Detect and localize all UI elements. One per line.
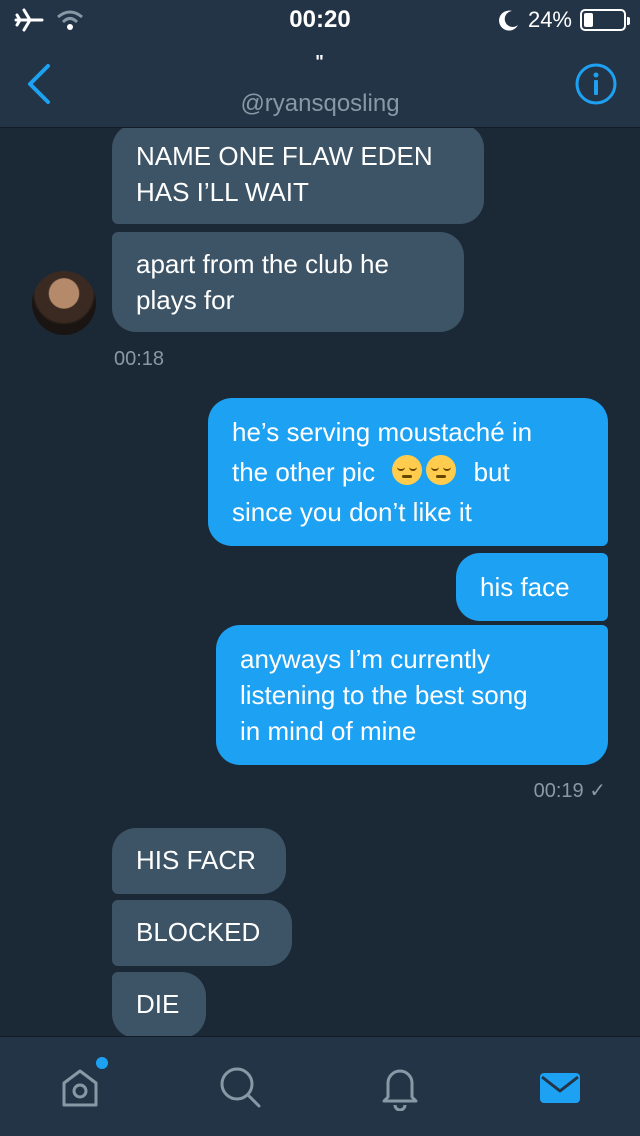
message-line: his face [480, 572, 570, 602]
contact-name: " [315, 52, 325, 72]
message-line: plays for [136, 285, 235, 315]
message-bubble-sent[interactable]: he’s serving moustaché in the other pic … [208, 398, 608, 546]
message-bubble-received[interactable]: HIS FACR [112, 828, 286, 894]
message-line: HAS I’LL WAIT [136, 177, 309, 207]
search-icon [220, 1067, 261, 1108]
message-line: BLOCKED [136, 917, 261, 947]
message-bubble-received[interactable]: BLOCKED [112, 900, 292, 966]
message-line: DIE [136, 989, 180, 1019]
tab-home[interactable] [56, 1057, 108, 1111]
bell-icon [382, 1069, 418, 1112]
status-bar: 00:20 24% [0, 0, 640, 40]
message-line: apart from the club he [136, 249, 389, 279]
message-timestamp: 00:18 [114, 348, 165, 370]
notification-dot [96, 1057, 108, 1069]
contact-handle[interactable]: @ryansqosling [0, 90, 640, 118]
info-icon[interactable] [574, 62, 618, 106]
bottom-tab-bar [0, 1036, 640, 1136]
message-text: the other pic [232, 457, 376, 487]
message-line: since you don’t like it [232, 497, 472, 527]
conversation-header: " @ryansqosling [0, 40, 640, 128]
mail-icon [540, 1073, 580, 1103]
message-text: but [473, 457, 510, 487]
avatar[interactable] [32, 271, 96, 335]
message-bubble-received[interactable]: NAME ONE FLAW EDEN HAS I’LL WAIT [112, 128, 484, 224]
message-timestamp: 00:19 ✓ [533, 780, 606, 802]
battery-percent: 24% [527, 7, 572, 32]
status-right: 24% [498, 7, 630, 33]
message-line: he’s serving moustaché in [232, 417, 533, 447]
message-line: HIS FACR [136, 845, 256, 875]
message-line: listening to the best song [240, 680, 528, 710]
tab-notifications[interactable] [376, 1063, 424, 1112]
message-line: NAME ONE FLAW EDEN [136, 141, 433, 171]
battery-icon [580, 9, 630, 31]
message-bubble-received[interactable]: apart from the club he plays for [112, 232, 464, 332]
pensive-face-emoji-icon [426, 455, 457, 485]
message-line: in mind of mine [240, 716, 417, 746]
message-line: anyways I’m currently [240, 644, 490, 674]
battery-fill [584, 13, 594, 27]
tab-search[interactable] [216, 1063, 264, 1111]
message-line-with-emoji: the other pic but [232, 452, 584, 492]
message-thread: NAME ONE FLAW EDEN HAS I’LL WAIT apart f… [0, 128, 640, 1036]
message-bubble-sent[interactable]: anyways I’m currently listening to the b… [216, 625, 608, 765]
message-bubble-sent[interactable]: his face [456, 553, 608, 621]
pensive-face-emoji-icon [392, 455, 423, 485]
moon-icon [498, 10, 518, 31]
message-bubble-received[interactable]: DIE [112, 972, 206, 1036]
tab-messages[interactable] [536, 1063, 584, 1111]
home-icon [62, 1069, 98, 1107]
